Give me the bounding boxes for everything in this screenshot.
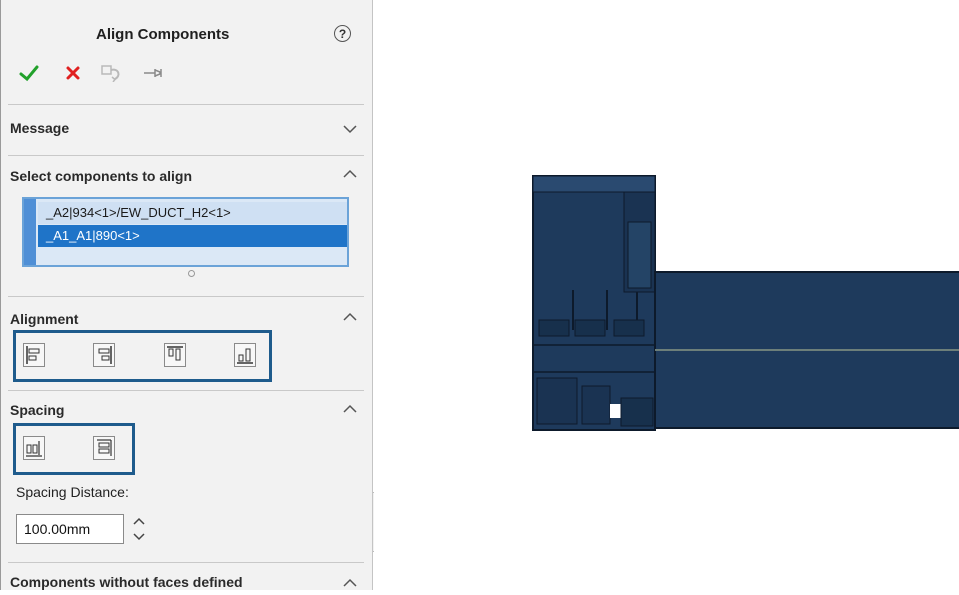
chevron-up-icon[interactable]: [342, 576, 358, 590]
panel-title: Align Components: [96, 26, 230, 43]
chevron-up-icon[interactable]: [342, 167, 358, 181]
property-manager-panel: Align Components ? Message Select compon…: [0, 0, 373, 590]
align-top-icon: [167, 346, 183, 361]
space-horizontal-icon: [26, 441, 42, 457]
spacing-distance-label: Spacing Distance:: [16, 484, 129, 500]
component-right-duct[interactable]: [654, 271, 959, 429]
undo-button[interactable]: [98, 62, 126, 84]
space-vertical-icon: [97, 439, 112, 456]
list-item-selected[interactable]: _A1_A1|890<1>: [38, 225, 347, 247]
section-title-message: Message: [10, 120, 70, 136]
align-bottom-icon: [237, 348, 253, 364]
separator: [8, 562, 364, 563]
list-item[interactable]: _A2|934<1>/EW_DUCT_H2<1>: [38, 202, 347, 224]
list-resize-handle[interactable]: [188, 270, 195, 277]
x-icon: [66, 66, 80, 80]
separator: [8, 296, 364, 297]
undo-icon: [101, 65, 120, 82]
spacing-button-group: [13, 423, 135, 475]
section-title-faces: Components without faces defined: [10, 574, 243, 590]
space-horizontal-button[interactable]: [23, 436, 45, 460]
ok-button[interactable]: [18, 62, 40, 84]
section-title-alignment: Alignment: [10, 311, 79, 327]
separator: [8, 104, 364, 105]
alignment-button-group: [13, 330, 272, 382]
spacing-distance-input[interactable]: 100.00mm: [16, 514, 124, 544]
pushpin-icon: [144, 69, 162, 77]
separator: [8, 155, 364, 156]
panel-border: [0, 0, 1, 590]
section-title-spacing: Spacing: [10, 402, 65, 418]
selection-focus-bar: [24, 199, 36, 265]
help-icon[interactable]: ?: [334, 25, 351, 42]
checkmark-icon: [19, 65, 39, 82]
keep-visible-button[interactable]: [142, 62, 166, 84]
graphics-viewport[interactable]: [374, 0, 959, 590]
align-right-button[interactable]: [93, 343, 115, 367]
align-left-button[interactable]: [23, 343, 45, 367]
chevron-down-icon[interactable]: [342, 122, 358, 136]
separator: [8, 390, 364, 391]
chevron-up-icon[interactable]: [342, 310, 358, 324]
component-left[interactable]: [532, 175, 656, 431]
section-title-select: Select components to align: [10, 168, 193, 184]
spin-stepper-icon[interactable]: [130, 514, 148, 544]
align-right-icon: [98, 346, 112, 364]
space-vertical-button[interactable]: [93, 436, 115, 460]
align-top-button[interactable]: [164, 343, 186, 367]
assembly-model[interactable]: [374, 0, 959, 590]
cancel-button[interactable]: [62, 62, 84, 84]
align-left-icon: [26, 346, 40, 364]
components-selection-list[interactable]: _A2|934<1>/EW_DUCT_H2<1> _A1_A1|890<1>: [22, 197, 349, 267]
align-bottom-button[interactable]: [234, 343, 256, 367]
chevron-up-icon[interactable]: [342, 402, 358, 416]
